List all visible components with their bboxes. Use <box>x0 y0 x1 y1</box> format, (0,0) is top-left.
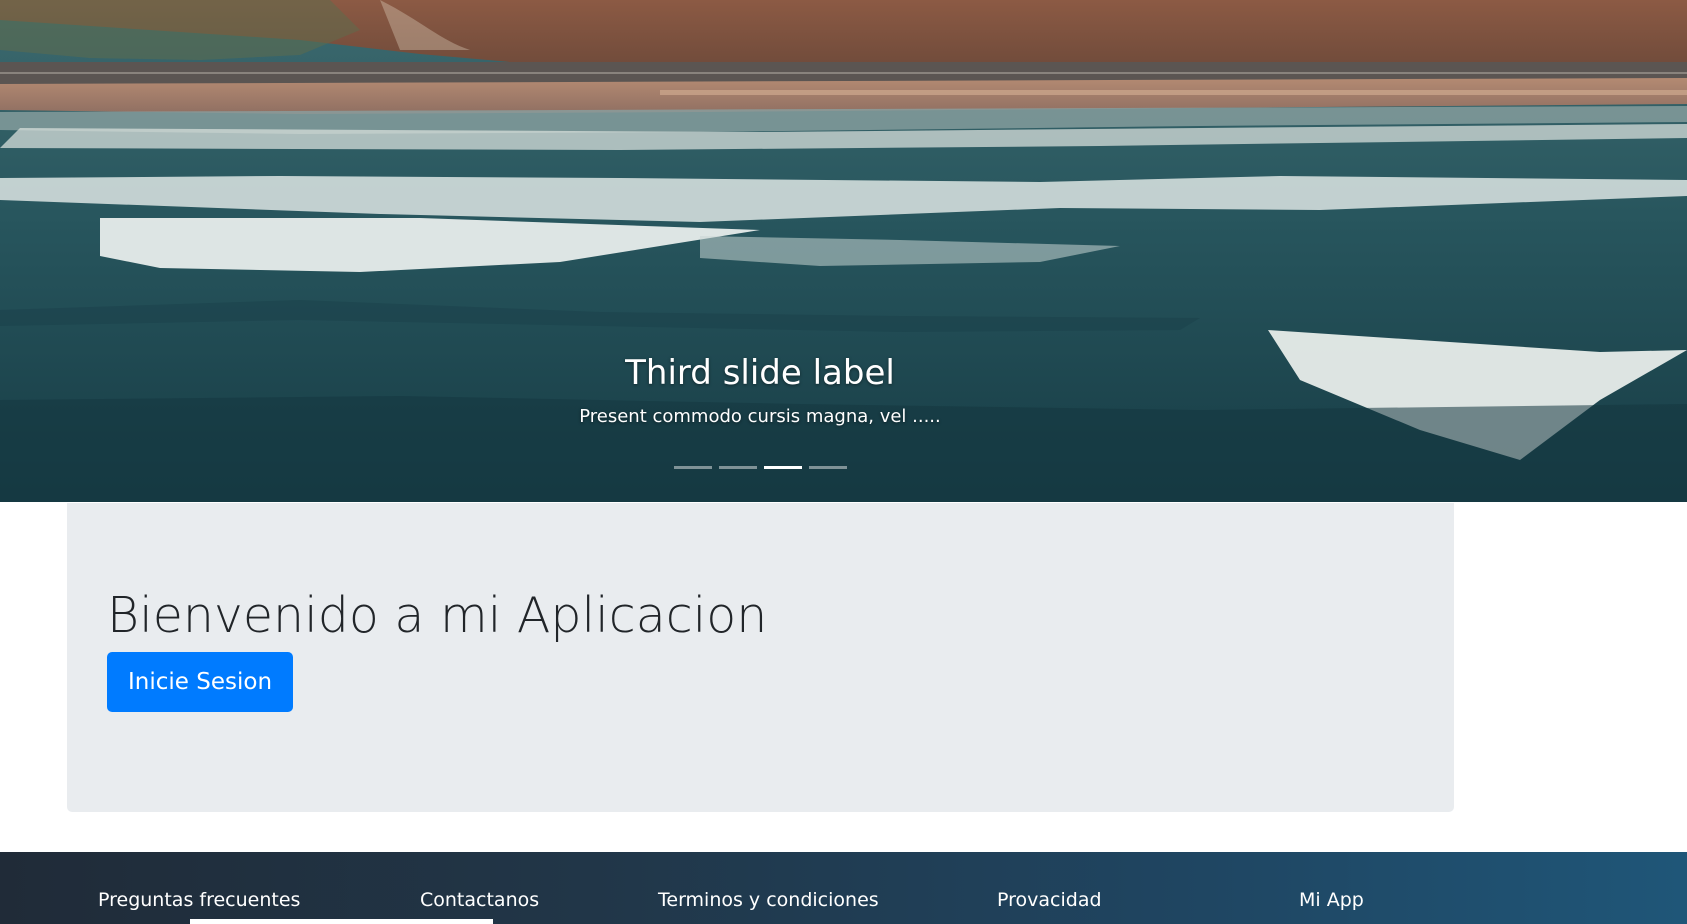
slide-indicator-2[interactable] <box>719 466 757 469</box>
footer-highlight-bar <box>190 919 493 924</box>
footer-link-contact[interactable]: Contactanos <box>420 886 539 914</box>
footer-link-faq[interactable]: Preguntas frecuentes <box>98 886 300 914</box>
slide-title: Third slide label <box>625 353 895 393</box>
footer-link-terms[interactable]: Terminos y condiciones <box>658 886 879 914</box>
footer-link-my-app[interactable]: Mi App <box>1299 886 1364 914</box>
carousel-indicators <box>674 466 847 469</box>
welcome-title: Bienvenido a mi Aplicacion <box>107 587 768 644</box>
site-footer: Preguntas frecuentes Contactanos Termino… <box>0 852 1687 924</box>
slide-indicator-3[interactable] <box>764 466 802 469</box>
slide-indicator-4[interactable] <box>809 466 847 469</box>
footer-link-privacy[interactable]: Provacidad <box>997 886 1102 914</box>
slide-indicator-1[interactable] <box>674 466 712 469</box>
login-button[interactable]: Inicie Sesion <box>107 652 294 712</box>
image-carousel[interactable]: Third slide label Present commodo cursis… <box>0 0 1687 502</box>
welcome-jumbotron: Bienvenido a mi Aplicacion Inicie Sesion <box>67 503 1454 812</box>
slide-description: Present commodo cursis magna, vel ..... <box>579 406 941 427</box>
carousel-caption: Third slide label Present commodo cursis… <box>0 348 1520 430</box>
